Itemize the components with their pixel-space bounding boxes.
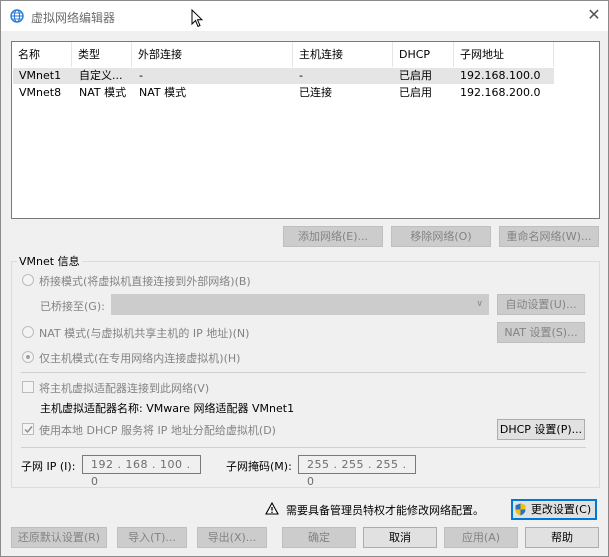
cell-subnet: 192.168.200.0: [460, 86, 541, 99]
export-button[interactable]: 导出(X)...: [197, 527, 267, 548]
column-header-external[interactable]: 外部连接: [132, 42, 293, 67]
cell-host: -: [299, 69, 303, 82]
import-button[interactable]: 导入(T)...: [117, 527, 187, 548]
virtual-network-editor-window: 虚拟网络编辑器 ✕ 名称 类型 外部连接 主机连接 DHCP 子网地址 VMne…: [0, 0, 609, 557]
subnet-mask-input[interactable]: 255 . 255 . 255 . 0: [298, 455, 416, 488]
table-row[interactable]: VMnet8 NAT 模式 NAT 模式 已连接 已启用 192.168.200…: [13, 85, 554, 101]
cell-name: VMnet1: [19, 69, 62, 82]
bridged-to-select[interactable]: ∨: [111, 294, 489, 315]
cancel-button[interactable]: 取消: [363, 527, 437, 548]
host-only-mode-label: 仅主机模式(在专用网络内连接虚拟机)(H): [39, 352, 241, 365]
column-header-dhcp[interactable]: DHCP: [393, 42, 454, 67]
apply-button[interactable]: 应用(A): [444, 527, 518, 548]
rename-network-button[interactable]: 重命名网络(W)...: [499, 226, 599, 247]
network-table[interactable]: 名称 类型 外部连接 主机连接 DHCP 子网地址 VMnet1 自定义... …: [11, 41, 600, 219]
host-only-mode-radio[interactable]: [22, 351, 34, 363]
column-header-name[interactable]: 名称: [12, 42, 72, 67]
change-settings-button[interactable]: 更改设置(C): [511, 499, 597, 520]
nat-mode-label: NAT 模式(与虚拟机共享主机的 IP 地址)(N): [39, 327, 250, 340]
dhcp-settings-button[interactable]: DHCP 设置(P)...: [497, 419, 585, 440]
title-bar: 虚拟网络编辑器 ✕: [1, 1, 608, 31]
remove-network-button[interactable]: 移除网络(O): [391, 226, 491, 247]
cell-name: VMnet8: [19, 86, 62, 99]
cell-external: NAT 模式: [139, 86, 187, 99]
connect-adapter-label: 将主机虚拟适配器连接到此网络(V): [39, 382, 210, 395]
admin-notice-text: 需要具备管理员特权才能修改网络配置。: [286, 504, 484, 517]
cell-subnet: 192.168.100.0: [460, 69, 541, 82]
bridged-mode-radio[interactable]: [22, 274, 34, 286]
column-header-host[interactable]: 主机连接: [293, 42, 393, 67]
change-settings-label: 更改设置(C): [530, 503, 592, 516]
add-network-button[interactable]: 添加网络(E)...: [283, 226, 383, 247]
vmnet-info-label: VMnet 信息: [17, 253, 82, 269]
warning-icon: [265, 502, 279, 515]
restore-defaults-button[interactable]: 还原默认设置(R): [11, 527, 107, 548]
checkmark-icon: [24, 426, 33, 434]
table-row[interactable]: VMnet1 自定义... - - 已启用 192.168.100.0: [13, 68, 554, 84]
window-title: 虚拟网络编辑器: [31, 11, 116, 25]
auto-settings-button[interactable]: 自动设置(U)...: [497, 294, 585, 315]
use-dhcp-label: 使用本地 DHCP 服务将 IP 地址分配给虚拟机(D): [39, 424, 276, 437]
cell-dhcp: 已启用: [399, 86, 432, 99]
mouse-cursor-icon: [191, 9, 203, 28]
bridged-mode-label: 桥接模式(将虚拟机直接连接到外部网络)(B): [39, 275, 251, 288]
divider: [21, 447, 586, 448]
chevron-down-icon: ∨: [476, 299, 483, 309]
nat-settings-button[interactable]: NAT 设置(S)...: [497, 322, 585, 343]
use-dhcp-checkbox[interactable]: [22, 423, 34, 435]
subnet-ip-input[interactable]: 192 . 168 . 100 . 0: [82, 455, 201, 488]
cell-type: 自定义...: [79, 69, 123, 82]
subnet-ip-label: 子网 IP (I):: [21, 460, 76, 473]
subnet-mask-label: 子网掩码(M):: [226, 460, 292, 473]
uac-shield-icon: [515, 503, 526, 516]
bridged-to-label: 已桥接至(G):: [40, 300, 105, 313]
help-button[interactable]: 帮助: [525, 527, 599, 548]
column-header-subnet[interactable]: 子网地址: [454, 42, 554, 67]
cell-type: NAT 模式: [79, 86, 127, 99]
close-icon[interactable]: ✕: [585, 5, 603, 24]
nat-mode-radio[interactable]: [22, 326, 34, 338]
cell-external: -: [139, 69, 143, 82]
adapter-name-label: 主机虚拟适配器名称: VMware 网络适配器 VMnet1: [40, 402, 295, 415]
cell-host: 已连接: [299, 86, 332, 99]
ok-button[interactable]: 确定: [282, 527, 356, 548]
network-globe-icon: [10, 9, 24, 23]
column-header-type[interactable]: 类型: [72, 42, 132, 67]
connect-adapter-checkbox[interactable]: [22, 381, 34, 393]
cell-dhcp: 已启用: [399, 69, 432, 82]
divider: [21, 372, 586, 373]
